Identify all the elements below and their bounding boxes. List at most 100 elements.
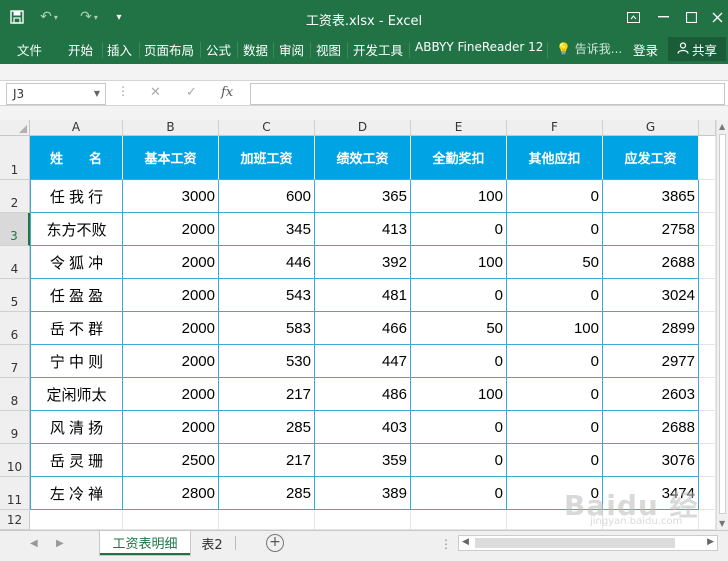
number-cell[interactable]: 50 [411,312,507,345]
empty-cell[interactable] [507,510,603,530]
empty-cell[interactable] [699,444,716,477]
number-cell[interactable]: 100 [411,180,507,213]
number-cell[interactable]: 0 [411,411,507,444]
empty-cell[interactable] [699,312,716,345]
insert-function-icon[interactable]: fx [221,85,233,100]
number-cell[interactable]: 2688 [603,246,699,279]
number-cell[interactable]: 0 [507,279,603,312]
number-cell[interactable]: 447 [315,345,411,378]
sheet-tab-2[interactable]: 表2 [194,531,230,555]
login-button[interactable]: 登录 [633,40,658,59]
number-cell[interactable]: 583 [219,312,315,345]
horizontal-split-grip[interactable]: ⋮ [440,537,452,551]
number-cell[interactable]: 0 [507,213,603,246]
number-cell[interactable]: 3024 [603,279,699,312]
tell-me-box[interactable]: 💡 告诉我... [556,40,622,57]
number-cell[interactable]: 543 [219,279,315,312]
empty-cell[interactable] [699,246,716,279]
row-header-2[interactable]: 2 [0,180,30,213]
header-cell[interactable]: 加班工资 [219,136,315,180]
tab-insert[interactable]: 插入 [107,40,132,59]
name-cell[interactable]: 左 冷 禅 [30,477,123,510]
tab-view[interactable]: 视图 [316,40,341,59]
number-cell[interactable]: 403 [315,411,411,444]
number-cell[interactable]: 0 [507,477,603,510]
number-cell[interactable]: 2000 [123,345,219,378]
maximize-icon[interactable] [678,6,704,28]
number-cell[interactable]: 0 [411,477,507,510]
number-cell[interactable]: 2000 [123,279,219,312]
number-cell[interactable]: 3076 [603,444,699,477]
number-cell[interactable]: 285 [219,411,315,444]
scroll-down-icon[interactable]: ▼ [719,519,725,528]
column-header-g[interactable]: G [603,120,699,136]
column-header-d[interactable]: D [315,120,411,136]
row-header-5[interactable]: 5 [0,279,30,312]
number-cell[interactable]: 3865 [603,180,699,213]
empty-cell[interactable] [315,510,411,530]
number-cell[interactable]: 2000 [123,312,219,345]
number-cell[interactable]: 100 [411,246,507,279]
close-icon[interactable] [704,6,728,28]
scroll-right-icon[interactable]: ▶ [707,537,714,547]
horizontal-scrollbar[interactable]: ◀ ▶ [458,535,718,551]
scroll-up-icon[interactable]: ▲ [719,122,725,131]
header-cell[interactable]: 绩效工资 [315,136,411,180]
chevron-down-icon[interactable]: ▼ [94,89,100,98]
scroll-thumb[interactable] [719,134,726,514]
row-header-10[interactable]: 10 [0,444,30,477]
empty-cell[interactable] [699,477,716,510]
number-cell[interactable]: 2977 [603,345,699,378]
name-cell[interactable]: 宁 中 则 [30,345,123,378]
number-cell[interactable]: 2800 [123,477,219,510]
number-cell[interactable]: 217 [219,378,315,411]
number-cell[interactable]: 0 [411,213,507,246]
tab-review[interactable]: 审阅 [279,40,304,59]
name-cell[interactable]: 风 清 扬 [30,411,123,444]
number-cell[interactable]: 2688 [603,411,699,444]
empty-cell[interactable] [699,136,716,180]
name-box[interactable]: J3 ▼ [6,83,106,105]
number-cell[interactable]: 100 [411,378,507,411]
number-cell[interactable]: 3000 [123,180,219,213]
row-header-1[interactable]: 1 [0,136,30,180]
number-cell[interactable]: 0 [507,345,603,378]
tab-file[interactable]: 文件 [17,40,42,59]
number-cell[interactable]: 100 [507,312,603,345]
number-cell[interactable]: 0 [507,378,603,411]
name-cell[interactable]: 令 狐 冲 [30,246,123,279]
number-cell[interactable]: 3474 [603,477,699,510]
name-cell[interactable]: 东方不败 [30,213,123,246]
number-cell[interactable]: 481 [315,279,411,312]
empty-cell[interactable] [411,510,507,530]
horizontal-scroll-thumb[interactable] [475,538,675,548]
sheet-tab-active[interactable]: 工资表明细 [100,531,190,555]
empty-cell[interactable] [699,510,716,530]
column-header-c[interactable]: C [219,120,315,136]
number-cell[interactable]: 2000 [123,411,219,444]
number-cell[interactable]: 0 [507,411,603,444]
number-cell[interactable]: 285 [219,477,315,510]
number-cell[interactable]: 392 [315,246,411,279]
column-header-b[interactable]: B [123,120,219,136]
header-cell[interactable]: 基本工资 [123,136,219,180]
empty-cell[interactable] [603,510,699,530]
scroll-left-icon[interactable]: ◀ [462,537,469,547]
tab-data[interactable]: 数据 [243,40,268,59]
enter-icon[interactable]: ✓ [186,85,197,100]
number-cell[interactable]: 0 [411,444,507,477]
number-cell[interactable]: 2500 [123,444,219,477]
name-cell[interactable]: 岳 不 群 [30,312,123,345]
number-cell[interactable]: 2000 [123,246,219,279]
empty-cell[interactable] [123,510,219,530]
name-cell[interactable]: 任 盈 盈 [30,279,123,312]
number-cell[interactable]: 2758 [603,213,699,246]
empty-cell[interactable] [699,213,716,246]
row-header-6[interactable]: 6 [0,312,30,345]
tab-developer[interactable]: 开发工具 [353,40,403,59]
empty-cell[interactable] [219,510,315,530]
number-cell[interactable]: 446 [219,246,315,279]
row-header-4[interactable]: 4 [0,246,30,279]
number-cell[interactable]: 389 [315,477,411,510]
empty-cell[interactable] [699,180,716,213]
